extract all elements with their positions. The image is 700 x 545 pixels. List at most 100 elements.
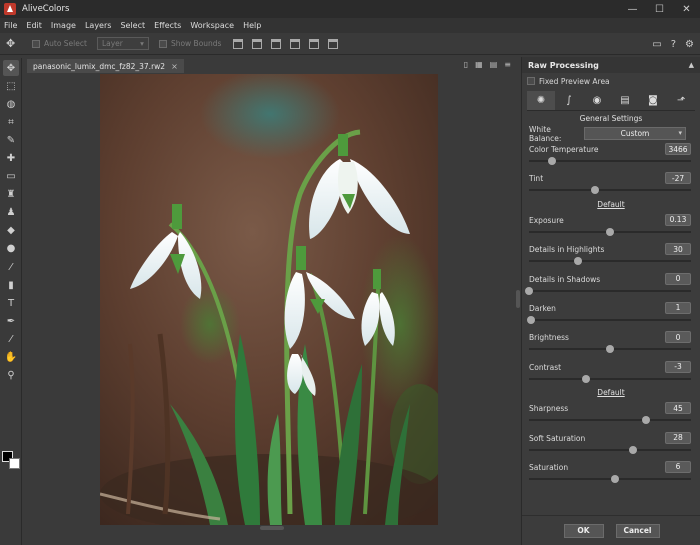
- param-value-field[interactable]: 1: [665, 301, 691, 314]
- gradient-tool-icon[interactable]: ▮: [3, 277, 19, 293]
- maximize-button[interactable]: ☐: [646, 0, 673, 18]
- horizontal-scroll-handle[interactable]: [260, 526, 284, 530]
- dodge-tool-icon[interactable]: ●: [3, 241, 19, 257]
- eyedropper-tool-icon[interactable]: ⁄: [3, 331, 19, 347]
- param-value-field[interactable]: 0: [665, 272, 691, 285]
- eraser-tool-icon[interactable]: ▭: [3, 169, 19, 185]
- param-value-field[interactable]: 6: [665, 460, 691, 473]
- tab-export-icon[interactable]: ⬏: [667, 91, 695, 110]
- menu-layers[interactable]: Layers: [85, 21, 111, 30]
- param-slider-track[interactable]: [529, 257, 691, 266]
- menu-file[interactable]: File: [4, 21, 17, 30]
- param-value-field[interactable]: -3: [665, 360, 691, 373]
- param-slider-track[interactable]: [525, 286, 691, 295]
- pen-tool-icon[interactable]: ✒: [3, 313, 19, 329]
- param-slider-thumb[interactable]: [573, 257, 582, 266]
- cancel-button[interactable]: Cancel: [615, 523, 660, 538]
- param-value-field[interactable]: 3466: [665, 143, 691, 155]
- param-slider-thumb[interactable]: [628, 445, 637, 454]
- text-tool-icon[interactable]: T: [3, 295, 19, 311]
- tab-curves-icon[interactable]: ∫: [555, 91, 583, 110]
- background-color[interactable]: [9, 458, 20, 469]
- param-slider-track[interactable]: [529, 374, 691, 383]
- param-value-field[interactable]: 0.13: [665, 213, 691, 226]
- marquee-tool-icon[interactable]: ⬚: [3, 78, 19, 94]
- panel-resize-handle[interactable]: [516, 290, 520, 308]
- layer-select[interactable]: Layer ▾: [96, 37, 149, 50]
- ok-button[interactable]: OK: [563, 523, 604, 538]
- fill-tool-icon[interactable]: ♟: [3, 205, 19, 221]
- color-swatches[interactable]: [2, 451, 22, 471]
- hand-tool-icon[interactable]: ✋: [3, 350, 19, 366]
- param-slider-track[interactable]: [529, 227, 691, 236]
- menu-select[interactable]: Select: [120, 21, 145, 30]
- param-slider-thumb[interactable]: [526, 315, 535, 324]
- tab-camera-icon[interactable]: ◙: [639, 91, 667, 110]
- lasso-tool-icon[interactable]: ◍: [3, 96, 19, 112]
- param-slider-thumb[interactable]: [547, 157, 556, 165]
- param-slider-track[interactable]: [529, 186, 691, 195]
- param-value-field[interactable]: -27: [665, 172, 691, 185]
- param-value-field[interactable]: 0: [665, 331, 691, 344]
- default-link-2[interactable]: Default: [522, 388, 700, 400]
- move-tool-icon[interactable]: ✥: [3, 60, 19, 76]
- new-document-icon[interactable]: ▯: [464, 60, 468, 69]
- stamp-tool-icon[interactable]: ♜: [3, 187, 19, 203]
- param-value-field[interactable]: 28: [665, 431, 691, 444]
- fixed-preview-checkbox[interactable]: [527, 77, 535, 85]
- brush-tool-icon[interactable]: ✎: [3, 132, 19, 148]
- param-slider-track[interactable]: [526, 315, 691, 324]
- close-button[interactable]: ✕: [673, 0, 700, 18]
- param-slider-thumb[interactable]: [525, 286, 533, 295]
- param-slider-track[interactable]: [529, 157, 691, 165]
- tab-eye-icon[interactable]: ◉: [583, 91, 611, 110]
- close-tab-icon[interactable]: ×: [171, 62, 178, 71]
- arrange-icon[interactable]: ▦: [475, 60, 483, 69]
- white-balance-select[interactable]: Custom ▾: [584, 127, 686, 140]
- param-slider-track[interactable]: [529, 474, 691, 483]
- align-middle-icon[interactable]: [309, 38, 320, 49]
- align-right-icon[interactable]: [271, 38, 282, 49]
- tab-levels-icon[interactable]: ▤: [611, 91, 639, 110]
- minimize-button[interactable]: —: [619, 0, 646, 18]
- param-slider-thumb[interactable]: [606, 345, 614, 354]
- param-value-field[interactable]: 30: [665, 243, 691, 256]
- smudge-tool-icon[interactable]: ⁄: [3, 259, 19, 275]
- align-top-icon[interactable]: [290, 38, 301, 49]
- chat-icon[interactable]: ▭: [652, 39, 661, 50]
- align-center-icon[interactable]: [252, 38, 263, 49]
- param-slider-thumb[interactable]: [591, 186, 600, 195]
- healing-tool-icon[interactable]: ✚: [3, 150, 19, 166]
- param-slider-thumb[interactable]: [641, 416, 650, 425]
- view-icon[interactable]: ▤: [490, 60, 498, 69]
- align-bottom-icon[interactable]: [328, 38, 339, 49]
- menu-icon[interactable]: ≡: [504, 60, 511, 69]
- param-label: Soft Saturation: [529, 433, 586, 443]
- crop-tool-icon[interactable]: ⌗: [3, 114, 19, 130]
- auto-select-checkbox[interactable]: [32, 39, 40, 48]
- menu-effects[interactable]: Effects: [154, 21, 181, 30]
- gear-icon[interactable]: ⚙: [685, 39, 694, 50]
- zoom-tool-icon[interactable]: ⚲: [3, 368, 19, 384]
- blur-tool-icon[interactable]: ◆: [3, 223, 19, 239]
- help-icon[interactable]: ?: [671, 39, 676, 50]
- canvas-area[interactable]: [23, 73, 515, 531]
- document-tab[interactable]: panasonic_lumix_dmc_fz82_37.rw2 ×: [27, 59, 184, 73]
- param-slider-track[interactable]: [529, 445, 691, 454]
- param-slider-track[interactable]: [529, 416, 691, 425]
- param-slider-thumb[interactable]: [581, 374, 590, 383]
- param-slider-track[interactable]: [529, 345, 691, 354]
- collapse-icon[interactable]: ▲: [689, 61, 694, 69]
- show-bounds-checkbox[interactable]: [158, 39, 167, 48]
- show-bounds-label: Show Bounds: [170, 39, 222, 48]
- menu-edit[interactable]: Edit: [26, 21, 42, 30]
- param-slider-thumb[interactable]: [606, 227, 614, 236]
- menu-help[interactable]: Help: [243, 21, 261, 30]
- menu-image[interactable]: Image: [51, 21, 76, 30]
- default-link-1[interactable]: Default: [522, 200, 700, 212]
- menu-workspace[interactable]: Workspace: [190, 21, 234, 30]
- param-value-field[interactable]: 45: [665, 402, 691, 415]
- align-left-icon[interactable]: [233, 38, 244, 49]
- tab-settings-icon[interactable]: ✺: [527, 91, 555, 110]
- param-slider-thumb[interactable]: [610, 474, 619, 483]
